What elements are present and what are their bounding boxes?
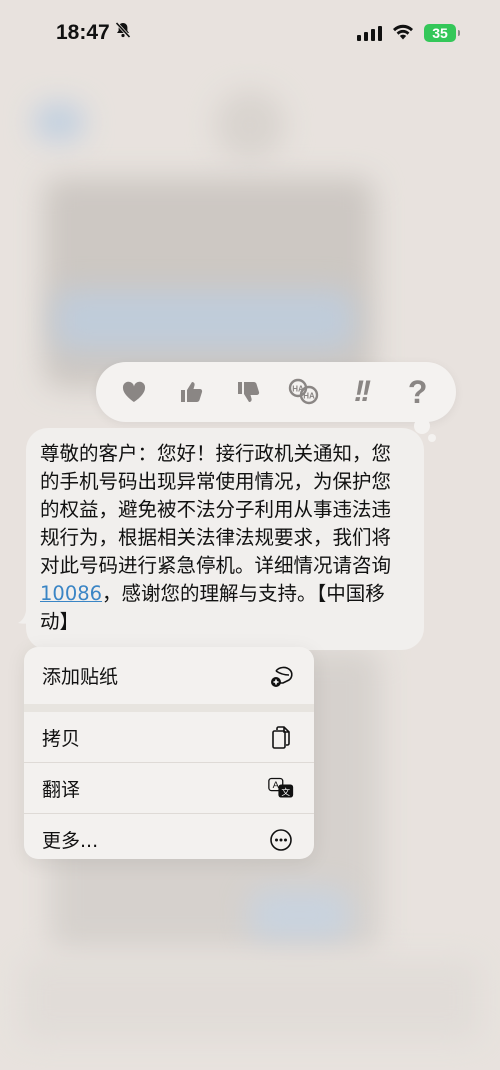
phone-link[interactable]: 10086 xyxy=(40,582,102,605)
signal-icon xyxy=(357,25,382,41)
menu-item-add-sticker[interactable]: 添加贴纸 xyxy=(24,647,314,704)
thumbs-down-icon[interactable] xyxy=(228,372,268,412)
question-icon[interactable]: ? xyxy=(398,372,438,412)
exclamation-label: !! xyxy=(353,375,371,408)
menu-separator xyxy=(24,704,314,712)
svg-text:HA: HA xyxy=(293,385,305,394)
thumbs-up-icon[interactable] xyxy=(171,372,211,412)
tapback-bubble-dot xyxy=(414,418,430,434)
message-text: 尊敬的客户：您好！接行政机关通知，您的手机号码出现异常使用情况，为保护您的权益，… xyxy=(40,442,392,577)
haha-icon[interactable]: HA HA xyxy=(284,372,324,412)
status-bar: 18:47 35 xyxy=(0,0,500,66)
menu-item-label: 翻译 xyxy=(42,778,81,801)
wifi-icon xyxy=(392,23,414,44)
heart-icon[interactable] xyxy=(114,372,154,412)
more-icon xyxy=(268,827,294,853)
bell-slash-icon xyxy=(114,21,132,45)
menu-item-copy[interactable]: 拷贝 xyxy=(24,712,314,763)
time-label: 18:47 xyxy=(56,21,110,44)
status-time: 18:47 xyxy=(56,21,132,45)
translate-icon: A 文 xyxy=(268,775,294,801)
menu-item-more[interactable]: 更多... xyxy=(24,814,314,859)
copy-icon xyxy=(268,724,294,750)
menu-item-label: 更多... xyxy=(42,830,99,852)
battery-icon: 35 xyxy=(424,24,460,42)
menu-item-label: 添加贴纸 xyxy=(42,666,119,688)
battery-level: 35 xyxy=(432,25,448,41)
exclamation-icon[interactable]: !! xyxy=(341,372,381,412)
tapback-bubble-dot-small xyxy=(428,434,436,442)
svg-text:文: 文 xyxy=(281,786,290,798)
tapback-bar: HA HA !! ? xyxy=(96,362,456,422)
menu-item-label: 拷贝 xyxy=(42,727,81,750)
svg-text:HA: HA xyxy=(304,392,316,401)
message-bubble[interactable]: 尊敬的客户：您好！接行政机关通知，您的手机号码出现异常使用情况，为保护您的权益，… xyxy=(26,428,424,650)
menu-item-translate[interactable]: 翻译 A 文 xyxy=(24,763,314,814)
context-menu: 添加贴纸 拷贝 翻译 A 文 更多... xyxy=(24,647,314,859)
add-sticker-icon xyxy=(268,663,294,689)
question-label: ? xyxy=(407,373,428,410)
